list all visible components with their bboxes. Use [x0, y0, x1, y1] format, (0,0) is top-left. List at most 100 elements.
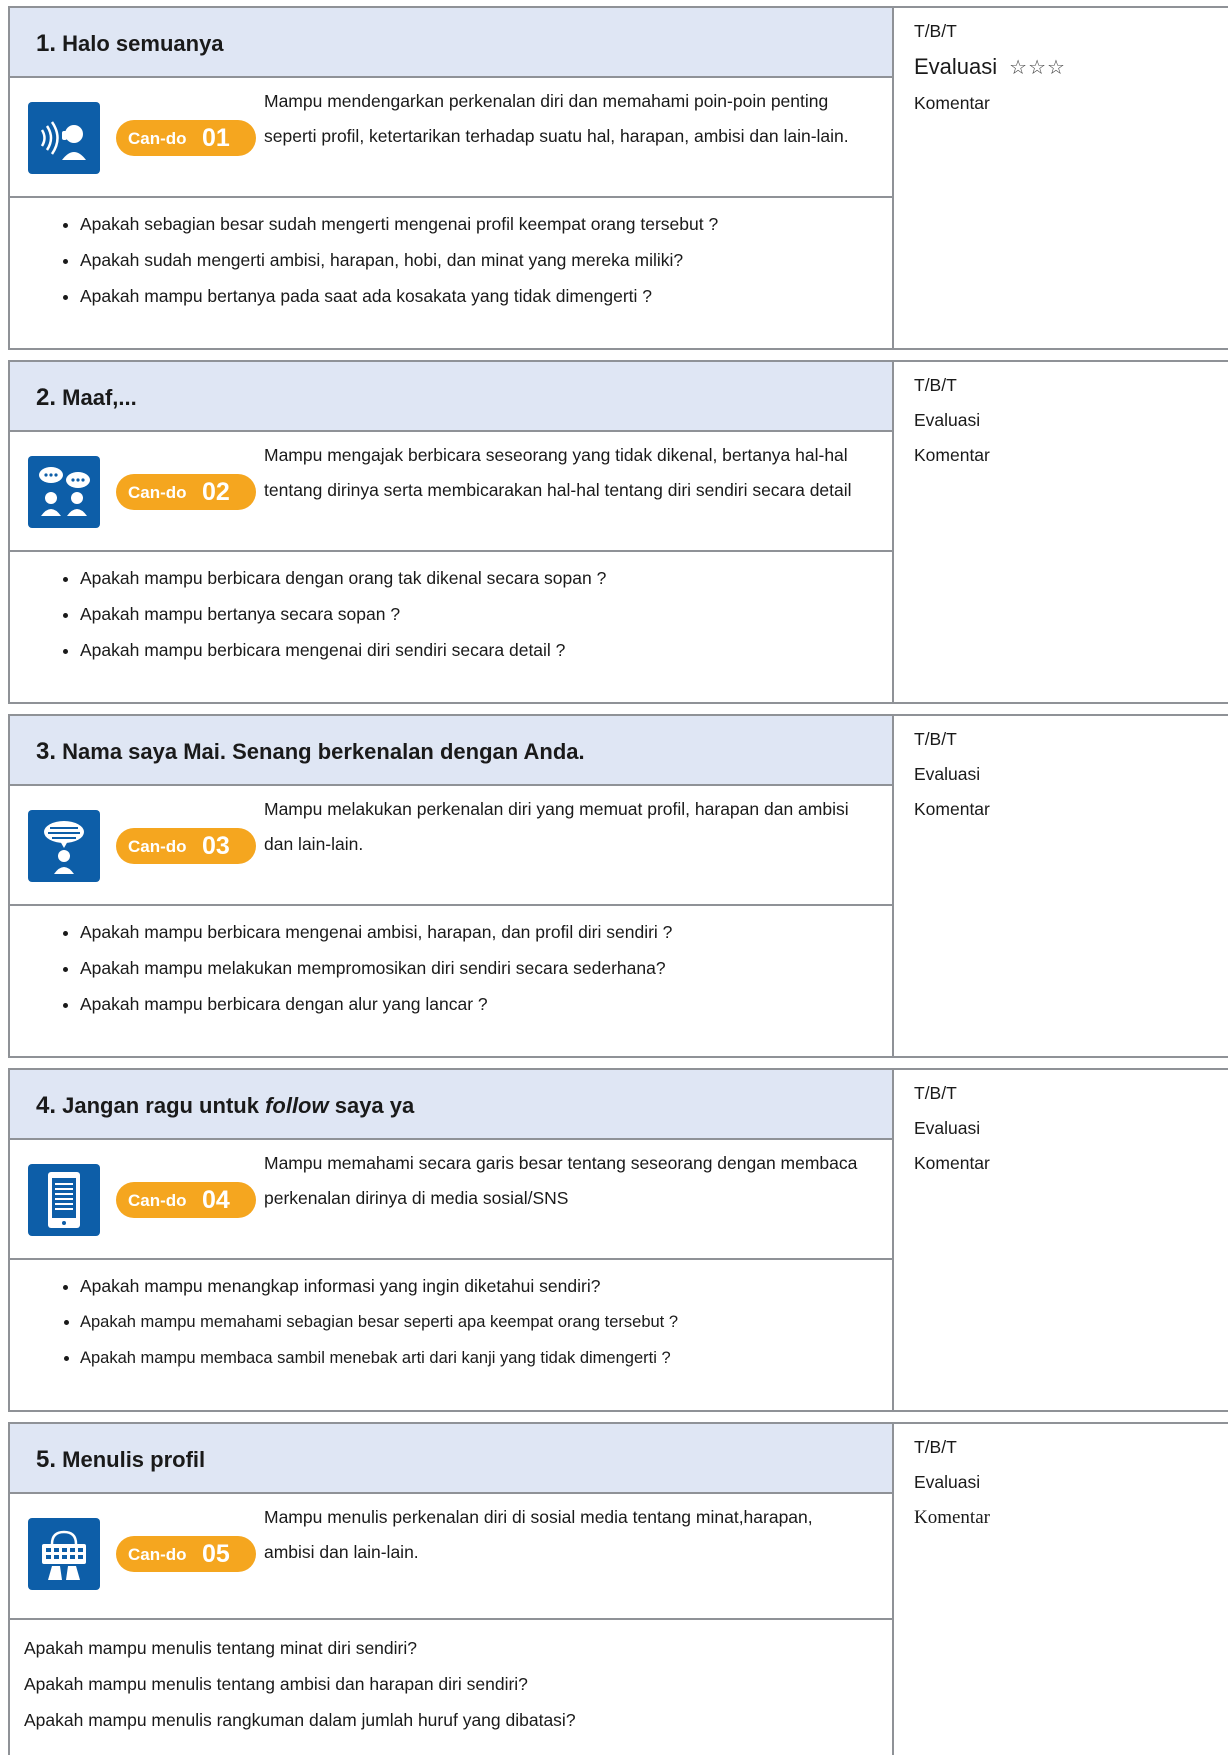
evaluation-panel-5: T/B/T Evaluasi Komentar — [914, 1430, 990, 1535]
lesson-main-5: 5. Menulis profil Can-do 05 Mampu menuli… — [10, 1424, 894, 1755]
checklist-item: Apakah mampu berbicara dengan alur yang … — [80, 986, 892, 1022]
cando-label: Can-do — [128, 837, 187, 856]
lesson-section-2: 2. Maaf,... Can-do 02 Mampu mengajak ber… — [8, 360, 1228, 704]
cando-number: 04 — [202, 1186, 230, 1214]
checklist-item: Apakah mampu menangkap informasi yang in… — [80, 1268, 892, 1304]
checklist-5: Apakah mampu menulis tentang minat diri … — [10, 1630, 892, 1738]
evaluation-panel-2: T/B/T Evaluasi Komentar — [914, 368, 990, 473]
checklist-item: Apakah mampu bertanya secara sopan ? — [80, 596, 892, 632]
checklist-item: Apakah mampu menulis tentang minat diri … — [24, 1638, 417, 1658]
cando-row-2: Can-do 02 Mampu mengajak berbicara seseo… — [10, 432, 892, 552]
cando-description-5: Mampu menulis perkenalan diri di sosial … — [264, 1507, 813, 1562]
komentar-label: Komentar — [914, 93, 990, 113]
lesson-title-bar-4: 4. Jangan ragu untuk follow saya ya — [10, 1070, 892, 1140]
lesson-number: 1. — [36, 30, 57, 57]
star-rating[interactable]: ☆☆☆ — [1009, 57, 1066, 79]
evaluasi-label: Evaluasi — [914, 410, 981, 430]
tbt-label: T/B/T — [914, 1083, 957, 1103]
lesson-title-2: 2. Maaf,... — [36, 384, 137, 412]
cando-label: Can-do — [128, 483, 187, 502]
lesson-title-text: Nama saya Mai. Senang berkenalan dengan … — [62, 739, 585, 764]
lesson-title-text: Jangan ragu untuk — [62, 1093, 266, 1118]
evaluation-panel-4: T/B/T Evaluasi Komentar — [914, 1076, 990, 1181]
lesson-main-1: 1. Halo semuanya Can-do 01 Mampu mendeng… — [10, 8, 894, 348]
checklist-item: Apakah sebagian besar sudah mengerti men… — [80, 206, 892, 242]
checklist-3: Apakah mampu berbicara mengenai ambisi, … — [10, 914, 892, 1022]
evaluasi-label: Evaluasi — [914, 54, 998, 79]
cando-badge-5: Can-do 05 — [116, 1536, 256, 1572]
cando-description-4: Mampu memahami secara garis besar tentan… — [264, 1153, 858, 1208]
lesson-number: 3. — [36, 738, 57, 765]
checklist-1: Apakah sebagian besar sudah mengerti men… — [10, 206, 892, 314]
cando-badge-1: Can-do 01 — [116, 120, 256, 156]
checklist-item: Apakah sudah mengerti ambisi, harapan, h… — [80, 242, 892, 278]
checklist-item: Apakah mampu bertanya pada saat ada kosa… — [80, 278, 892, 314]
typing-keyboard-icon — [28, 1518, 100, 1590]
lesson-main-2: 2. Maaf,... Can-do 02 Mampu mengajak ber… — [10, 362, 894, 702]
speaking-icon — [28, 810, 100, 882]
lesson-title-text: Halo semuanya — [62, 31, 224, 56]
checklist-item: Apakah mampu menulis tentang ambisi dan … — [24, 1674, 528, 1694]
lesson-title-text: Menulis profil — [62, 1447, 206, 1472]
evaluasi-label: Evaluasi — [914, 764, 981, 784]
cando-badge-2: Can-do 02 — [116, 474, 256, 510]
cando-label: Can-do — [128, 1191, 187, 1210]
lesson-title-4: 4. Jangan ragu untuk follow saya ya — [36, 1092, 414, 1120]
komentar-label: Komentar — [914, 799, 990, 819]
lesson-title-text-end: saya ya — [328, 1093, 415, 1118]
cando-description-1: Mampu mendengarkan perkenalan diri dan m… — [264, 91, 849, 146]
checklist-item: Apakah mampu memahami sebagian besar sep… — [80, 1304, 892, 1340]
tbt-label: T/B/T — [914, 21, 957, 41]
lesson-title-1: 1. Halo semuanya — [36, 30, 224, 58]
lesson-title-bar-5: 5. Menulis profil — [10, 1424, 892, 1494]
evaluasi-label: Evaluasi — [914, 1472, 981, 1492]
conversation-icon — [28, 456, 100, 528]
komentar-label: Komentar — [914, 1153, 990, 1173]
checklist-4: Apakah mampu menangkap informasi yang in… — [10, 1268, 892, 1376]
lesson-title-3: 3. Nama saya Mai. Senang berkenalan deng… — [36, 738, 585, 766]
checklist-item: Apakah mampu membaca sambil menebak arti… — [80, 1340, 892, 1376]
lesson-number: 5. — [36, 1446, 57, 1473]
lesson-number: 2. — [36, 384, 57, 411]
lesson-section-1: 1. Halo semuanya Can-do 01 Mampu mendeng… — [8, 6, 1228, 350]
cando-number: 02 — [202, 478, 230, 506]
tbt-label: T/B/T — [914, 729, 957, 749]
cando-row-5: Can-do 05 Mampu menulis perkenalan diri … — [10, 1494, 892, 1620]
lesson-section-4: 4. Jangan ragu untuk follow saya ya Can-… — [8, 1068, 1228, 1412]
tbt-label: T/B/T — [914, 375, 957, 395]
cando-number: 01 — [202, 124, 230, 152]
cando-row-4: Can-do 04 Mampu memahami secara garis be… — [10, 1140, 892, 1260]
cando-description-3: Mampu melakukan perkenalan diri yang mem… — [264, 799, 849, 854]
cando-label: Can-do — [128, 129, 187, 148]
evaluasi-label: Evaluasi — [914, 1118, 981, 1138]
lesson-number: 4. — [36, 1092, 57, 1119]
lesson-section-3: 3. Nama saya Mai. Senang berkenalan deng… — [8, 714, 1228, 1058]
checklist-2: Apakah mampu berbicara dengan orang tak … — [10, 560, 892, 668]
lesson-main-3: 3. Nama saya Mai. Senang berkenalan deng… — [10, 716, 894, 1056]
evaluation-panel-3: T/B/T Evaluasi Komentar — [914, 722, 990, 827]
checklist-item: Apakah mampu melakukan mempromosikan dir… — [80, 950, 892, 986]
cando-number: 03 — [202, 832, 230, 860]
cando-badge-3: Can-do 03 — [116, 828, 256, 864]
komentar-label: Komentar — [914, 1507, 990, 1528]
listening-icon — [28, 102, 100, 174]
reading-tablet-icon — [28, 1164, 100, 1236]
cando-description-2: Mampu mengajak berbicara seseorang yang … — [264, 445, 852, 500]
lesson-title-bar-1: 1. Halo semuanya — [10, 8, 892, 78]
lesson-title-italic: follow — [265, 1093, 329, 1118]
lesson-title-bar-2: 2. Maaf,... — [10, 362, 892, 432]
checklist-item: Apakah mampu berbicara dengan orang tak … — [80, 560, 892, 596]
cando-row-1: Can-do 01 Mampu mendengarkan perkenalan … — [10, 78, 892, 198]
lesson-title-text: Maaf,... — [62, 385, 137, 410]
checklist-item: Apakah mampu menulis rangkuman dalam jum… — [24, 1710, 576, 1730]
cando-row-3: Can-do 03 Mampu melakukan perkenalan dir… — [10, 786, 892, 906]
lesson-title-bar-3: 3. Nama saya Mai. Senang berkenalan deng… — [10, 716, 892, 786]
cando-badge-4: Can-do 04 — [116, 1182, 256, 1218]
checklist-item: Apakah mampu berbicara mengenai diri sen… — [80, 632, 892, 668]
evaluation-panel-1: T/B/T Evaluasi ☆☆☆ Komentar — [914, 14, 1066, 121]
cando-label: Can-do — [128, 1545, 187, 1564]
cando-number: 05 — [202, 1540, 230, 1568]
checklist-item: Apakah mampu berbicara mengenai ambisi, … — [80, 914, 892, 950]
tbt-label: T/B/T — [914, 1437, 957, 1457]
lesson-main-4: 4. Jangan ragu untuk follow saya ya Can-… — [10, 1070, 894, 1410]
